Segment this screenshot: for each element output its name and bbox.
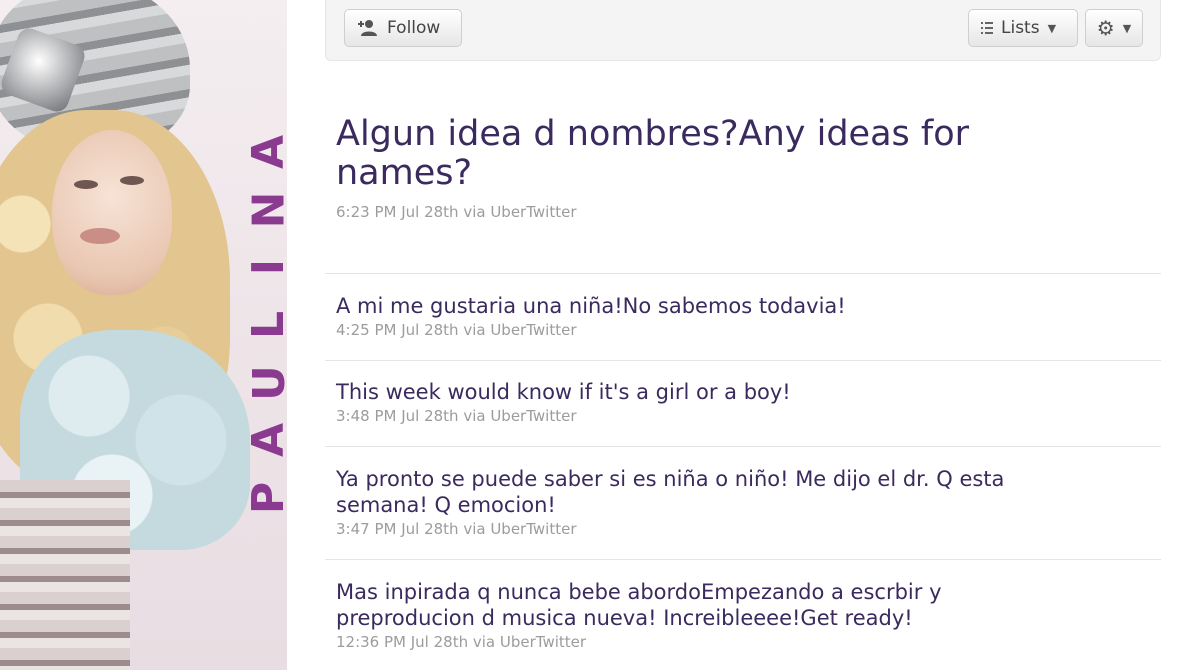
- lists-dropdown-button[interactable]: Lists ▼: [968, 9, 1078, 47]
- tweet-text: This week would know if it's a girl or a…: [336, 380, 791, 404]
- divider: [325, 559, 1161, 560]
- brand-letter: U: [244, 365, 287, 401]
- brand-letter: A: [244, 135, 288, 169]
- gear-icon: ⚙: [1096, 16, 1115, 40]
- divider: [325, 446, 1161, 447]
- tweet-text: Mas inpirada q nunca bebe abordoEmpezand…: [336, 580, 942, 630]
- follow-button-label: Follow: [387, 18, 441, 38]
- brand-letter: L: [243, 311, 287, 339]
- tweet-item: Ya pronto se puede saber si es niña o ni…: [336, 466, 1016, 538]
- settings-dropdown-button[interactable]: ⚙ ▼: [1085, 9, 1143, 47]
- divider: [325, 360, 1161, 361]
- brand-letter: N: [244, 191, 287, 228]
- follow-button[interactable]: Follow: [344, 9, 462, 47]
- tweet-text: A mi me gustaria una niña!No sabemos tod…: [336, 294, 846, 318]
- brand-letter: A: [244, 423, 288, 457]
- brand-letter: P: [244, 482, 288, 514]
- tweet-item: A mi me gustaria una niña!No sabemos tod…: [336, 293, 1116, 339]
- brand-letter: I: [244, 259, 288, 275]
- eye-graphic: [74, 180, 98, 189]
- tweet-item: Mas inpirada q nunca bebe abordoEmpezand…: [336, 579, 1016, 651]
- featured-tweet-text: Algun idea d nombres?Any ideas for names…: [336, 114, 970, 193]
- tweet-meta[interactable]: 12:36 PM Jul 28th via UberTwitter: [336, 633, 1016, 651]
- caret-down-icon: ▼: [1122, 21, 1132, 35]
- profile-actions-toolbar: Follow Lists ▼ ⚙ ▼: [325, 0, 1161, 61]
- divider: [325, 273, 1161, 274]
- tweet-meta[interactable]: 3:47 PM Jul 28th via UberTwitter: [336, 520, 1016, 538]
- eye-graphic: [120, 176, 144, 185]
- tweet-meta[interactable]: 4:25 PM Jul 28th via UberTwitter: [336, 321, 1116, 339]
- face-graphic: [52, 130, 172, 295]
- featured-tweet: Algun idea d nombres?Any ideas for names…: [336, 114, 1096, 222]
- add-user-icon: [358, 20, 377, 36]
- caret-down-icon: ▼: [1047, 21, 1057, 35]
- tweet-item: This week would know if it's a girl or a…: [336, 379, 1116, 425]
- featured-tweet-meta[interactable]: 6:23 PM Jul 28th via UberTwitter: [336, 203, 1096, 221]
- brand-logo-vertical: A N I L U A P: [243, 130, 287, 520]
- profile-background-image: A N I L U A P: [0, 0, 287, 670]
- tweet-meta[interactable]: 3:48 PM Jul 28th via UberTwitter: [336, 407, 1116, 425]
- tweet-text: Ya pronto se puede saber si es niña o ni…: [336, 467, 1005, 517]
- lips-graphic: [80, 228, 120, 244]
- sleeve-graphic: [0, 480, 130, 670]
- list-icon: [981, 22, 993, 34]
- lists-button-label: Lists: [1001, 18, 1040, 38]
